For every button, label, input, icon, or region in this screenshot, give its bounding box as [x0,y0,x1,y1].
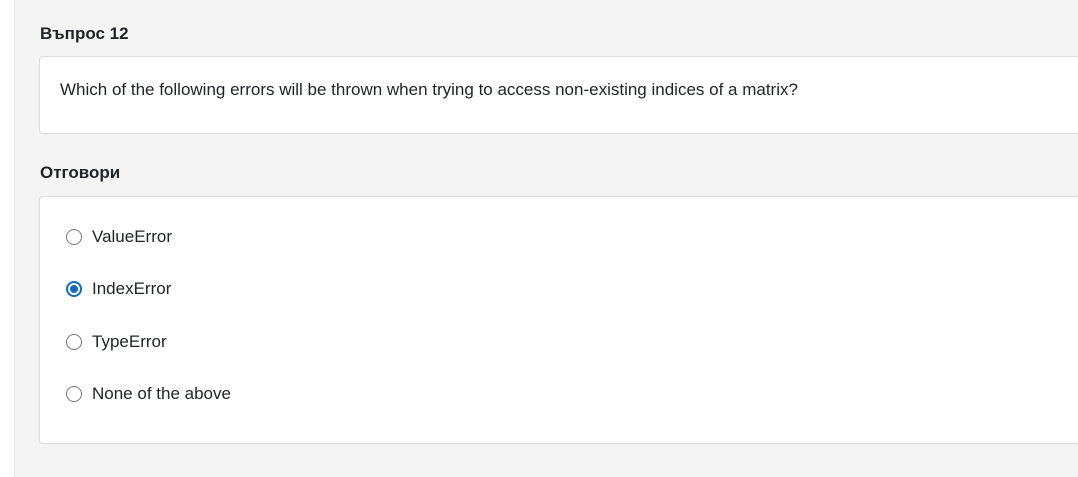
answer-option-label[interactable]: None of the above [92,384,231,404]
quiz-page: Въпрос 12 Which of the following errors … [0,0,1078,477]
answer-option-valueerror[interactable]: ValueError [66,225,172,249]
quiz-content: Въпрос 12 Which of the following errors … [15,0,1078,477]
answer-option-typeerror[interactable]: TypeError [66,330,167,354]
answer-option-label[interactable]: ValueError [92,227,172,247]
question-heading: Въпрос 12 [40,24,129,43]
answer-option-none-of-the-above[interactable]: None of the above [66,382,231,406]
radio-button[interactable] [66,281,82,297]
answer-option-indexerror[interactable]: IndexError [66,277,171,301]
answer-option-label[interactable]: TypeError [92,332,167,352]
radio-button[interactable] [66,334,82,350]
question-card: Which of the following errors will be th… [39,56,1078,134]
radio-button[interactable] [66,229,82,245]
answer-option-label[interactable]: IndexError [92,279,171,299]
left-margin [0,0,15,477]
question-text: Which of the following errors will be th… [60,80,798,99]
answers-heading: Отговори [40,163,121,182]
radio-button[interactable] [66,386,82,402]
answers-card: ValueError IndexError TypeError None of … [39,196,1078,444]
